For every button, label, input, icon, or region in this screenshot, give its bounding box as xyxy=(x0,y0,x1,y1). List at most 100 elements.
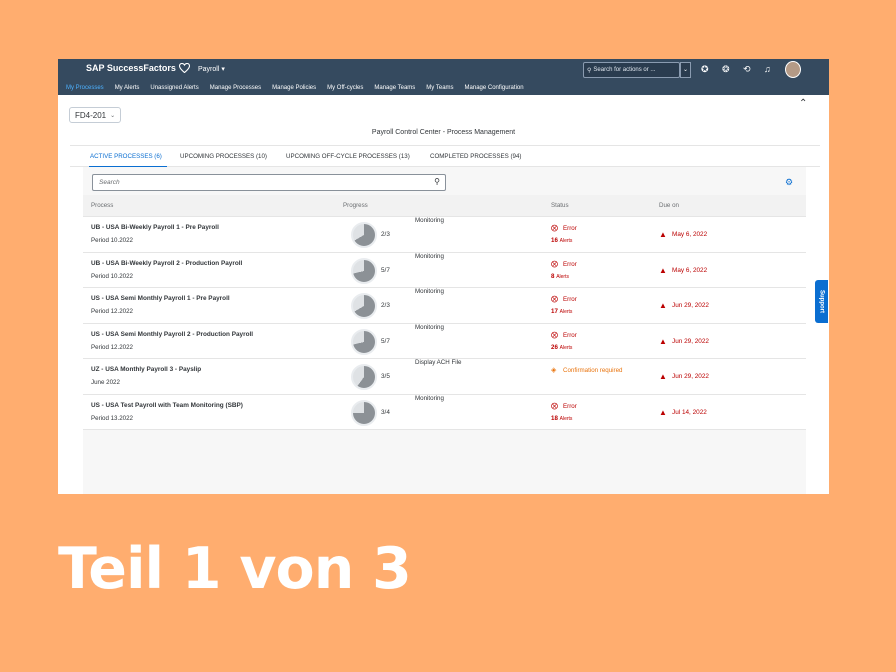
alert-triangle-icon: ▲ xyxy=(659,265,667,275)
process-period: Period 10.2022 xyxy=(91,237,133,244)
alert-count-label: Alerts xyxy=(559,309,573,315)
process-step: Monitoring xyxy=(415,323,444,331)
due-date: Jun 29, 2022 xyxy=(672,373,709,380)
table-row[interactable]: US - USA Test Payroll with Team Monitori… xyxy=(83,394,806,430)
tab-upcoming-off-cycle[interactable]: UPCOMING OFF-CYCLE PROCESSES (13) xyxy=(286,153,410,160)
progress-pie xyxy=(351,293,377,319)
process-table: Process Progress Status Due on UB - USA … xyxy=(83,195,806,430)
collapse-header-icon[interactable]: ⌃ xyxy=(799,98,807,109)
table-header: Process Progress Status Due on xyxy=(83,195,806,217)
progress-fraction: 2/3 xyxy=(381,302,390,309)
process-name[interactable]: US - USA Test Payroll with Team Monitori… xyxy=(91,402,243,409)
search-icon: ⚲ xyxy=(587,67,592,74)
column-due-on: Due on xyxy=(659,202,679,209)
caption-text: Teil 1 von 3 xyxy=(58,536,412,602)
alert-count-value: 18 xyxy=(551,414,558,422)
due-date: Jul 14, 2022 xyxy=(672,408,707,416)
nav-my-alerts[interactable]: My Alerts xyxy=(115,85,140,91)
main-content: FD4-201 ⌄ ⌃ Payroll Control Center - Pro… xyxy=(58,95,829,494)
search-dropdown-button[interactable]: ⌄ xyxy=(680,62,691,78)
process-name[interactable]: UB - USA Bi-Weekly Payroll 2 - Productio… xyxy=(91,260,242,267)
nav-my-teams[interactable]: My Teams xyxy=(426,85,453,91)
error-icon: ⨂ xyxy=(551,331,558,339)
alert-triangle-icon: ▲ xyxy=(659,372,667,381)
app-switcher[interactable]: Payroll ▾ xyxy=(198,65,225,73)
status-text[interactable]: Confirmation required xyxy=(563,367,623,374)
alert-count[interactable]: 8 Alerts xyxy=(551,273,569,280)
error-icon: ⨂ xyxy=(551,225,558,232)
alert-count[interactable]: 16 Alerts xyxy=(551,237,572,244)
notification-badge-icon[interactable]: ✪ xyxy=(701,64,709,75)
progress-pie xyxy=(351,399,377,426)
process-period: Period 12.2022 xyxy=(91,308,133,315)
progress-pie xyxy=(351,257,377,284)
search-input[interactable]: Search ⚲ xyxy=(92,174,446,191)
alert-triangle-icon: ▲ xyxy=(659,407,667,417)
alert-count-value: 16 xyxy=(551,237,558,244)
progress-fraction: 3/5 xyxy=(381,373,390,380)
co-pilot-icon[interactable]: ❂ xyxy=(722,64,730,75)
process-tabs: ACTIVE PROCESSES (6) UPCOMING PROCESSES … xyxy=(70,145,820,168)
search-placeholder: Search for actions or ... xyxy=(593,67,656,73)
alert-count-value: 8 xyxy=(551,272,555,280)
status-text[interactable]: Error xyxy=(563,261,577,268)
due-date: May 6, 2022 xyxy=(672,231,708,238)
alert-count[interactable]: 26 Alerts xyxy=(551,344,572,351)
support-button[interactable]: Support xyxy=(815,280,828,323)
nav-manage-processes[interactable]: Manage Processes xyxy=(210,85,261,91)
table-row[interactable]: UB - USA Bi-Weekly Payroll 2 - Productio… xyxy=(83,252,806,288)
process-name[interactable]: US - USA Semi Monthly Payroll 1 - Pre Pa… xyxy=(91,295,230,302)
nav-my-off-cycles[interactable]: My Off-cycles xyxy=(327,85,363,91)
table-row[interactable]: US - USA Semi Monthly Payroll 1 - Pre Pa… xyxy=(83,288,806,324)
page-title: Payroll Control Center - Process Managem… xyxy=(371,129,516,136)
tab-completed-processes[interactable]: COMPLETED PROCESSES (94) xyxy=(430,153,521,160)
nav-my-processes[interactable]: My Processes xyxy=(66,85,104,91)
bell-icon[interactable]: ♫ xyxy=(764,64,771,74)
tab-upcoming-processes[interactable]: UPCOMING PROCESSES (10) xyxy=(180,153,267,160)
process-name[interactable]: UZ - USA Monthly Payroll 3 - Payslip xyxy=(91,366,201,373)
process-step: Monitoring xyxy=(415,252,444,260)
nav-manage-teams[interactable]: Manage Teams xyxy=(374,85,415,91)
table-row[interactable]: UB - USA Bi-Weekly Payroll 1 - Pre Payro… xyxy=(83,217,806,253)
process-step: Monitoring xyxy=(415,288,444,295)
nav-manage-configuration[interactable]: Manage Configuration xyxy=(465,85,524,91)
table-row[interactable]: UZ - USA Monthly Payroll 3 - Payslip Jun… xyxy=(83,359,806,395)
top-navigation: My Processes My Alerts Unassigned Alerts… xyxy=(58,81,829,95)
process-step: Display ACH File xyxy=(415,359,462,366)
column-progress: Progress xyxy=(343,202,368,209)
status-text[interactable]: Error xyxy=(563,332,577,339)
progress-pie xyxy=(351,364,377,390)
alert-count[interactable]: 17 Alerts xyxy=(551,308,572,315)
process-period: June 2022 xyxy=(91,379,120,386)
nav-unassigned-alerts[interactable]: Unassigned Alerts xyxy=(150,85,198,91)
help-icon[interactable]: ⟲ xyxy=(743,64,751,75)
heart-icon xyxy=(178,63,190,73)
warning-icon: ◈ xyxy=(551,367,557,374)
status-text[interactable]: Error xyxy=(563,225,577,232)
process-step: Monitoring xyxy=(415,217,444,224)
tab-active-processes[interactable]: ACTIVE PROCESSES (6) xyxy=(90,153,162,160)
alert-count[interactable]: 18 Alerts xyxy=(551,415,572,422)
shell-bar: SAP SuccessFactors Payroll ▾ ⚲ Search fo… xyxy=(58,59,829,81)
scope-value: FD4-201 xyxy=(75,110,107,120)
alert-count-value: 26 xyxy=(551,343,558,351)
process-name[interactable]: UB - USA Bi-Weekly Payroll 1 - Pre Payro… xyxy=(91,224,219,231)
search-icon[interactable]: ⚲ xyxy=(434,177,440,186)
gear-icon[interactable]: ⚙ xyxy=(785,177,793,188)
user-avatar[interactable] xyxy=(785,61,801,78)
table-row[interactable]: US - USA Semi Monthly Payroll 2 - Produc… xyxy=(83,323,806,359)
due-date: Jun 29, 2022 xyxy=(672,302,709,309)
status-text[interactable]: Error xyxy=(563,403,577,410)
progress-fraction: 5/7 xyxy=(381,266,390,274)
process-name[interactable]: US - USA Semi Monthly Payroll 2 - Produc… xyxy=(91,331,253,338)
brand-logo[interactable]: SAP SuccessFactors xyxy=(86,63,190,73)
alert-count-label: Alerts xyxy=(556,273,569,280)
global-search-input[interactable]: ⚲ Search for actions or ... xyxy=(583,62,680,78)
search-field-placeholder: Search xyxy=(99,179,120,186)
error-icon: ⨂ xyxy=(551,296,558,303)
scope-select[interactable]: FD4-201 ⌄ xyxy=(69,107,122,123)
nav-manage-policies[interactable]: Manage Policies xyxy=(272,85,316,91)
status-text[interactable]: Error xyxy=(563,296,577,303)
alert-triangle-icon: ▲ xyxy=(659,301,667,310)
progress-fraction: 2/3 xyxy=(381,231,390,238)
